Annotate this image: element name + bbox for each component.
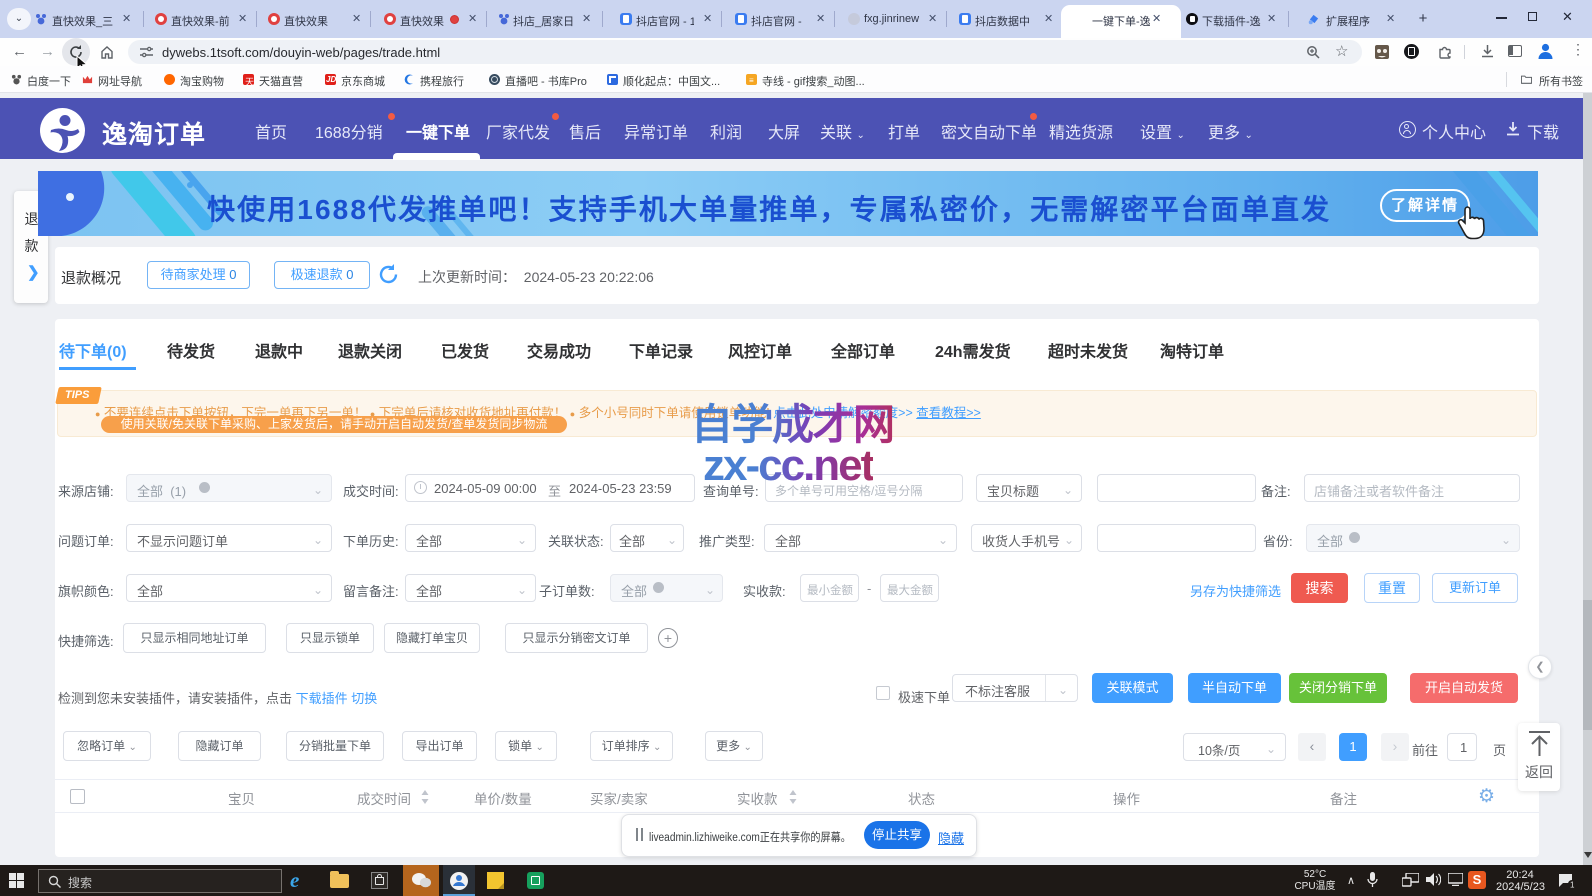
svg-text:1: 1 [1570,881,1575,890]
